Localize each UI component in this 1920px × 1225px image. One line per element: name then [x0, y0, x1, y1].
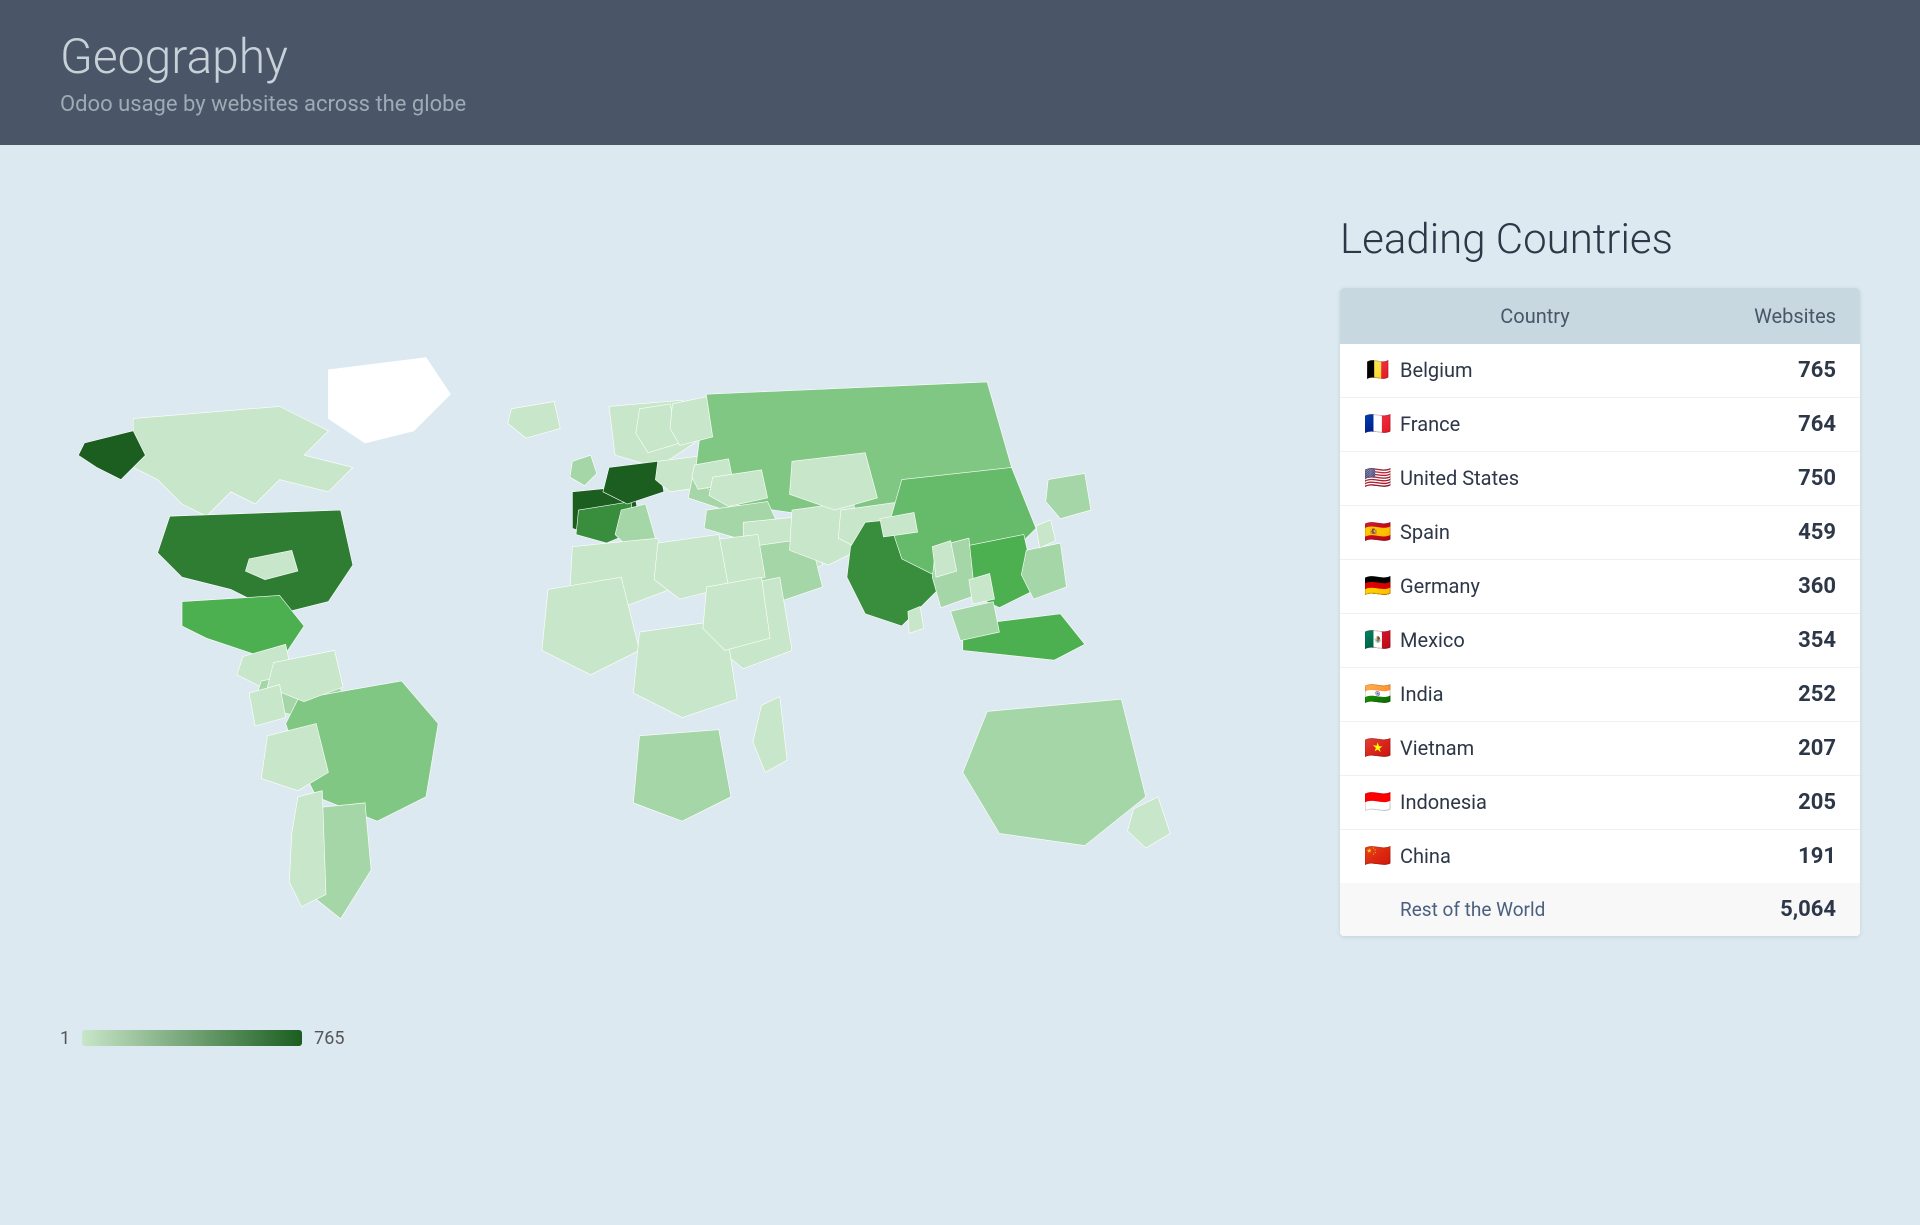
- website-count: 205: [1706, 790, 1836, 815]
- page-subtitle: Odoo usage by websites across the globe: [60, 92, 1860, 117]
- website-count: 765: [1706, 358, 1836, 383]
- page-header: Geography Odoo usage by websites across …: [0, 0, 1920, 145]
- flag-icon: 🇮🇩: [1364, 790, 1400, 815]
- country-name: India: [1400, 682, 1706, 706]
- table-row: 🇺🇸 United States 750: [1340, 452, 1860, 506]
- country-table: Country Websites 🇧🇪 Belgium 765 🇫🇷 Franc…: [1340, 288, 1860, 936]
- website-count: 354: [1706, 628, 1836, 653]
- legend-min: 1: [60, 1028, 70, 1049]
- table-row: 🇫🇷 France 764: [1340, 398, 1860, 452]
- country-name: France: [1400, 412, 1706, 436]
- website-count: 207: [1706, 736, 1836, 761]
- flag-icon: 🇩🇪: [1364, 574, 1400, 599]
- leading-countries-panel: Leading Countries Country Websites 🇧🇪 Be…: [1340, 195, 1860, 1175]
- table-row: 🇻🇳 Vietnam 207: [1340, 722, 1860, 776]
- country-name: United States: [1400, 466, 1706, 490]
- website-count: 360: [1706, 574, 1836, 599]
- column-header-country: Country: [1364, 304, 1706, 328]
- country-name: Vietnam: [1400, 736, 1706, 760]
- flag-icon: 🇨🇳: [1364, 844, 1400, 869]
- legend-gradient-bar: [82, 1030, 302, 1046]
- flag-icon: 🇧🇪: [1364, 358, 1400, 383]
- country-name: China: [1400, 844, 1706, 868]
- table-header: Country Websites: [1340, 288, 1860, 344]
- table-row: 🇮🇩 Indonesia 205: [1340, 776, 1860, 830]
- rest-of-world-row: Rest of the World 5,064: [1340, 883, 1860, 936]
- page-title: Geography: [60, 28, 1860, 86]
- legend-max: 765: [314, 1028, 344, 1049]
- map-legend: 1 765: [60, 1028, 1280, 1049]
- leading-countries-title: Leading Countries: [1340, 215, 1860, 264]
- country-name: Indonesia: [1400, 790, 1706, 814]
- table-row: 🇲🇽 Mexico 354: [1340, 614, 1860, 668]
- table-row: 🇮🇳 India 252: [1340, 668, 1860, 722]
- flag-icon: 🇲🇽: [1364, 628, 1400, 653]
- website-count: 191: [1706, 844, 1836, 869]
- flag-icon: 🇪🇸: [1364, 520, 1400, 545]
- country-name: Spain: [1400, 520, 1706, 544]
- table-row: 🇨🇳 China 191: [1340, 830, 1860, 883]
- map-container: 1 765: [60, 195, 1280, 1175]
- table-row: 🇧🇪 Belgium 765: [1340, 344, 1860, 398]
- table-body: 🇧🇪 Belgium 765 🇫🇷 France 764 🇺🇸 United S…: [1340, 344, 1860, 883]
- world-map: [60, 321, 1280, 1008]
- main-content: 1 765 Leading Countries Country Websites…: [0, 145, 1920, 1225]
- flag-icon: 🇫🇷: [1364, 412, 1400, 437]
- country-name: Belgium: [1400, 358, 1706, 382]
- country-name: Mexico: [1400, 628, 1706, 652]
- table-row: 🇪🇸 Spain 459: [1340, 506, 1860, 560]
- rest-count: 5,064: [1706, 897, 1836, 922]
- column-header-websites: Websites: [1706, 304, 1836, 328]
- flag-icon: 🇺🇸: [1364, 466, 1400, 491]
- flag-icon: 🇮🇳: [1364, 682, 1400, 707]
- website-count: 750: [1706, 466, 1836, 491]
- website-count: 252: [1706, 682, 1836, 707]
- website-count: 764: [1706, 412, 1836, 437]
- country-name: Germany: [1400, 574, 1706, 598]
- table-row: 🇩🇪 Germany 360: [1340, 560, 1860, 614]
- flag-icon: 🇻🇳: [1364, 736, 1400, 761]
- rest-label: Rest of the World: [1400, 898, 1706, 921]
- website-count: 459: [1706, 520, 1836, 545]
